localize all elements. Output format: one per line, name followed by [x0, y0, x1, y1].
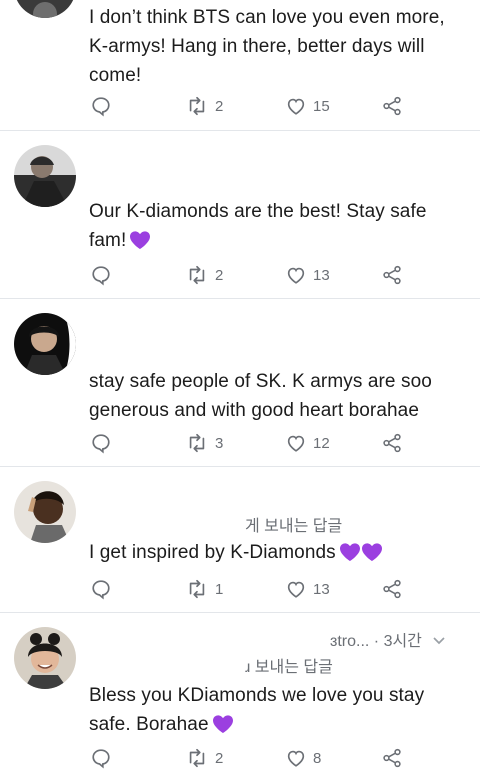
- tweet-card[interactable]: I don’t think BTS can love you even more…: [0, 0, 480, 130]
- heart-icon: [287, 98, 305, 115]
- reply-button[interactable]: [90, 576, 112, 602]
- tweet-meta: ɜtro... · 3시간: [330, 627, 446, 651]
- share-icon: [383, 96, 401, 116]
- retweet-icon: [189, 748, 205, 768]
- purple-heart-emoji: [129, 230, 151, 259]
- heart-icon: [287, 581, 305, 598]
- avatar[interactable]: [14, 481, 76, 543]
- tweet-card[interactable]: stay safe people of SK. K armys are soo …: [0, 299, 480, 465]
- purple-heart-emoji: [361, 542, 383, 571]
- tweet-text-content: Bless you KDiamonds we love you stay saf…: [89, 685, 425, 735]
- retweet-icon: [189, 265, 205, 285]
- reply-context: ɹ 보내는 답글: [245, 659, 333, 676]
- tweet-card[interactable]: ɜtro... · 3시간 ɹ 보내는 답글 Bless you KDiamon…: [0, 613, 480, 769]
- retweet-icon: [189, 433, 205, 453]
- like-count: 13: [313, 266, 330, 284]
- like-button[interactable]: 12: [285, 430, 330, 456]
- share-button[interactable]: [381, 576, 403, 602]
- retweet-button[interactable]: 2: [185, 262, 223, 288]
- reply-icon: [92, 97, 110, 117]
- share-button[interactable]: [381, 430, 403, 456]
- reply-button[interactable]: [90, 745, 112, 771]
- retweet-count: 1: [215, 580, 224, 598]
- like-button[interactable]: 15: [285, 93, 330, 119]
- share-button[interactable]: [381, 262, 403, 288]
- share-icon: [383, 579, 401, 599]
- reply-icon: [92, 749, 110, 769]
- like-count: 8: [313, 749, 322, 767]
- tweet-actions: 2 13: [0, 262, 480, 288]
- avatar[interactable]: [14, 0, 76, 18]
- purple-heart-emoji: [212, 714, 234, 743]
- share-button[interactable]: [381, 93, 403, 119]
- tweet-text: stay safe people of SK. K armys are soo …: [89, 371, 432, 421]
- share-icon: [383, 433, 401, 453]
- tweet-actions: 2 8: [0, 745, 480, 771]
- retweet-count: 3: [215, 434, 224, 452]
- tweet-text: I get inspired by K-Diamonds: [89, 538, 464, 571]
- retweet-icon: [189, 96, 205, 116]
- like-count: 15: [313, 97, 330, 115]
- handle-time: ɜtro... · 3시간: [330, 633, 422, 650]
- tweet-text: Bless you KDiamonds we love you stay saf…: [89, 681, 464, 743]
- like-button[interactable]: 13: [285, 576, 330, 602]
- tweet-card[interactable]: 게 보내는 답글 I get inspired by K-Diamonds 1 …: [0, 467, 480, 611]
- reply-button[interactable]: [90, 262, 112, 288]
- like-button[interactable]: 13: [285, 262, 330, 288]
- heart-icon: [287, 750, 305, 767]
- retweet-count: 2: [215, 97, 224, 115]
- share-button[interactable]: [381, 745, 403, 771]
- tweet-card[interactable]: Our K-diamonds are the best! Stay safe f…: [0, 131, 480, 297]
- retweet-count: 2: [215, 266, 224, 284]
- reply-icon: [92, 266, 110, 286]
- retweet-icon: [189, 579, 205, 599]
- reply-icon: [92, 434, 110, 454]
- reply-button[interactable]: [90, 93, 112, 119]
- retweet-button[interactable]: 3: [185, 430, 223, 456]
- retweet-count: 2: [215, 749, 224, 767]
- avatar[interactable]: [14, 627, 76, 689]
- avatar[interactable]: [14, 313, 76, 375]
- reply-icon: [92, 580, 110, 600]
- reply-button[interactable]: [90, 430, 112, 456]
- retweet-button[interactable]: 1: [185, 576, 223, 602]
- share-icon: [383, 265, 401, 285]
- heart-icon: [287, 267, 305, 284]
- tweet-actions: 2 15: [0, 93, 480, 119]
- reply-context: 게 보내는 답글: [245, 518, 343, 535]
- like-count: 12: [313, 434, 330, 452]
- tweet-text: Our K-diamonds are the best! Stay safe f…: [89, 197, 464, 259]
- purple-heart-emoji: [339, 542, 361, 571]
- tweet-text: I don’t think BTS can love you even more…: [89, 7, 445, 86]
- like-count: 13: [313, 580, 330, 598]
- retweet-button[interactable]: 2: [185, 93, 223, 119]
- tweet-text-content: I get inspired by K-Diamonds: [89, 542, 336, 563]
- tweet-actions: 1 13: [0, 576, 480, 602]
- like-button[interactable]: 8: [285, 745, 321, 771]
- heart-icon: [287, 435, 305, 452]
- chevron-down-icon[interactable]: [432, 633, 446, 651]
- avatar[interactable]: [14, 145, 76, 207]
- share-icon: [383, 748, 401, 768]
- tweet-actions: 3 12: [0, 430, 480, 456]
- retweet-button[interactable]: 2: [185, 745, 223, 771]
